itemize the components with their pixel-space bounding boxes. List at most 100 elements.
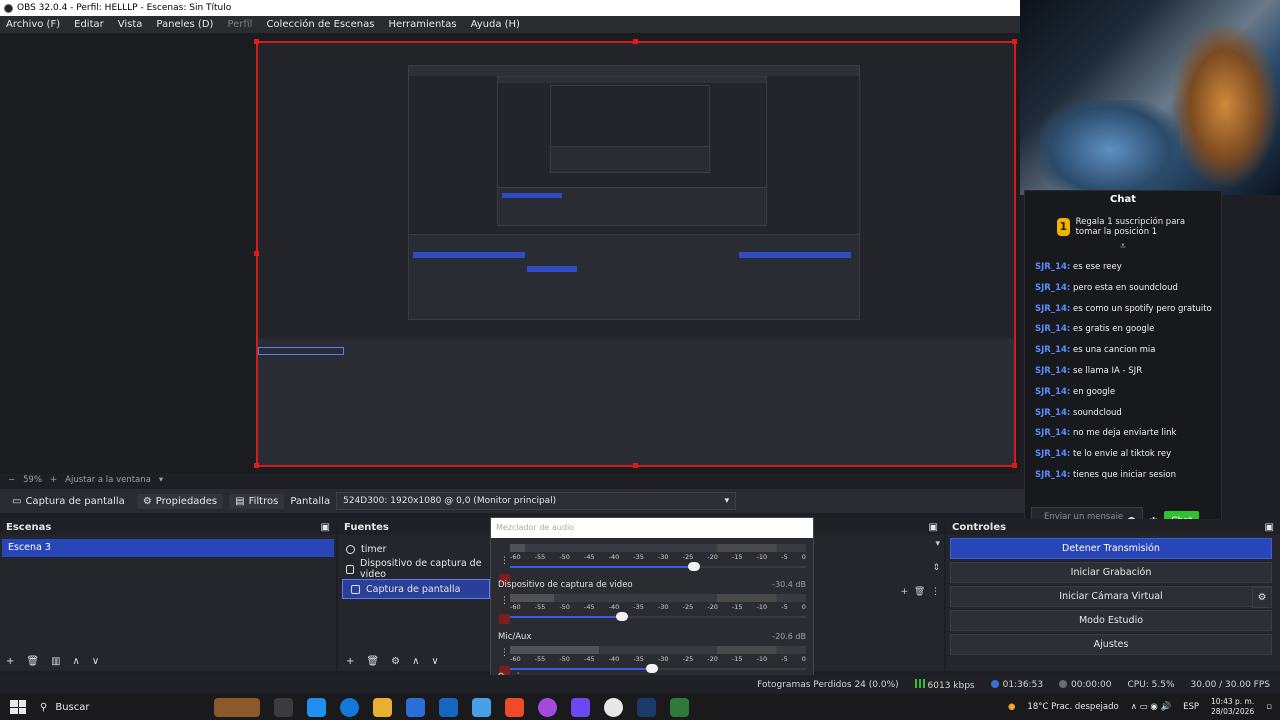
weather-text[interactable]: 18°C Prac. despejado	[1027, 702, 1118, 712]
move-down-icon[interactable]: ∨	[431, 656, 438, 667]
virtual-camera-button[interactable]: Iniciar Cámara Virtual ⚙	[950, 586, 1272, 608]
preview-canvas[interactable]	[256, 41, 1016, 467]
language-indicator[interactable]: ESP	[1183, 702, 1199, 712]
chat-messages: SJR_14: es ese reey SJR_14: pero esta en…	[1025, 257, 1221, 486]
source-item-screen-capture[interactable]: Captura de pantalla	[342, 579, 490, 599]
move-up-icon[interactable]: ∧	[73, 656, 80, 667]
volume-slider[interactable]	[510, 664, 806, 674]
task-view-icon[interactable]	[274, 697, 293, 717]
zoom-out-icon[interactable]: −	[8, 475, 15, 485]
filters-button[interactable]: ▤ Filtros	[229, 493, 285, 509]
obs-icon[interactable]	[604, 697, 623, 717]
track-menu-icon[interactable]: ⋮	[500, 596, 509, 606]
stop-stream-button[interactable]: Detener Transmisión	[950, 538, 1272, 559]
dropbox-icon[interactable]	[472, 697, 491, 717]
stream-icon	[990, 680, 999, 688]
mixer-scale-label: -5	[781, 553, 788, 561]
remove-scene-icon[interactable]: 🗑	[26, 656, 39, 667]
meter-scale: -60 -55 -50 -45 -40 -35 -30 -25 -20 -15 -10 -5 0	[510, 553, 806, 561]
widget-image-icon[interactable]	[214, 697, 260, 717]
mixer-scale-label: -20	[707, 553, 718, 561]
bitrate: 6013 kbps	[914, 678, 975, 691]
track-menu-icon[interactable]: ⋮	[500, 556, 509, 566]
scene-item[interactable]: Escena 3	[2, 539, 334, 557]
slider-knob[interactable]	[616, 612, 629, 621]
slider-knob[interactable]	[687, 562, 700, 571]
volume-meter	[510, 544, 806, 552]
track-menu-icon[interactable]: ⋮	[500, 648, 509, 658]
source-item-video-capture[interactable]: Dispositivo de captura de video	[338, 558, 490, 580]
studio-mode-button[interactable]: Modo Estudio	[950, 610, 1272, 631]
dock-float-icon[interactable]: ▣	[1265, 522, 1274, 533]
preview-area[interactable]	[0, 33, 1020, 473]
clock[interactable]: 10:43 p. m. 28/03/2026	[1211, 697, 1254, 717]
mixer-scale-label: -45	[583, 655, 595, 663]
mixer-scale-label: -25	[682, 603, 694, 611]
source-item-timer[interactable]: timer	[338, 539, 490, 559]
menu-ayuda[interactable]: Ayuda (H)	[471, 19, 520, 30]
menu-archivo[interactable]: Archivo (F)	[6, 19, 60, 30]
dock-float-icon[interactable]: ▣	[321, 522, 330, 533]
opera-icon[interactable]	[538, 697, 557, 717]
zoom-dropdown-icon[interactable]: ▾	[159, 475, 163, 485]
source-toolbar: ▭ Captura de pantalla ⚙ Propiedades ▤ Fi…	[0, 489, 1024, 513]
edge-icon[interactable]	[340, 697, 359, 717]
outlook-icon[interactable]	[406, 697, 425, 717]
source-settings-icon[interactable]: ⚙	[391, 656, 400, 667]
fit-window-button[interactable]: Ajustar a la ventana	[65, 475, 151, 485]
monitor-icon: ▭	[12, 495, 22, 507]
mute-icon[interactable]	[499, 614, 510, 624]
properties-button[interactable]: ⚙ Propiedades	[136, 493, 224, 509]
menu-paneles[interactable]: Paneles (D)	[156, 19, 213, 30]
mixer-scale-label: -20	[707, 603, 718, 611]
add-source-icon[interactable]: +	[346, 656, 354, 667]
start-recording-button[interactable]: Iniciar Grabación	[950, 562, 1272, 583]
dock-float-icon[interactable]: ▣	[929, 522, 938, 533]
windows-start-icon[interactable]	[10, 700, 26, 714]
move-down-icon[interactable]: ∨	[92, 656, 99, 667]
menu-herramientas[interactable]: Herramientas	[388, 19, 456, 30]
mixer-scale-label: 0	[801, 603, 806, 611]
webcam-feed	[1020, 0, 1280, 195]
move-up-icon[interactable]: ∧	[412, 656, 419, 667]
steam-icon[interactable]	[637, 697, 656, 717]
volume-slider[interactable]	[510, 612, 806, 622]
tray-icons[interactable]: ∧ ▭ ◉ 🔊	[1131, 702, 1171, 712]
track-db: -30.4 dB	[772, 580, 806, 589]
menu-vista[interactable]: Vista	[118, 19, 143, 30]
remove-source-icon[interactable]: 🗑	[366, 656, 379, 667]
menu-coleccion-escenas[interactable]: Colección de Escenas	[266, 19, 374, 30]
scene-filters-icon[interactable]: ▥	[51, 656, 60, 667]
volume-slider[interactable]	[510, 562, 806, 572]
slider-knob[interactable]	[646, 664, 659, 673]
add-scene-icon[interactable]: +	[6, 656, 14, 667]
display-select[interactable]: 524D300: 1920x1080 @ 0,0 (Monitor princi…	[336, 492, 737, 510]
app-icon[interactable]	[571, 697, 590, 717]
mixer-scale-label: -15	[731, 553, 743, 561]
transition-tools[interactable]: + 🗑 ⋮	[901, 587, 940, 597]
zoom-in-icon[interactable]: +	[50, 475, 57, 485]
minecraft-icon[interactable]	[670, 697, 689, 717]
camera-icon	[346, 564, 355, 574]
audio-mixer-panel: Mezclador de audio -60 -55 -50 -45 -40 -35 -30…	[490, 517, 814, 687]
gear-icon: ⚙	[142, 495, 152, 507]
copilot-icon[interactable]	[307, 697, 326, 717]
gear-icon[interactable]: ⚙	[1252, 587, 1272, 608]
settings-button[interactable]: Ajustes	[950, 634, 1272, 655]
gift-text: Regala 1 suscripción para tomar la posic…	[1075, 217, 1186, 237]
chevron-down-icon[interactable]: ▾	[935, 539, 940, 549]
expand-chevron-icon[interactable]: ⩡	[1025, 241, 1221, 257]
spin-icon[interactable]: ⇕	[932, 563, 940, 573]
notifications-icon[interactable]: ▫	[1266, 702, 1272, 712]
weather-icon[interactable]: ●	[1008, 702, 1015, 712]
menu-perfil[interactable]: Perfil	[227, 19, 252, 30]
chat-message: SJR_14: es ese reey	[1035, 262, 1122, 272]
store-icon[interactable]	[439, 697, 458, 717]
brave-icon[interactable]	[505, 697, 524, 717]
taskbar-search[interactable]: ⚲ Buscar	[40, 702, 160, 713]
gift-banner[interactable]: 1 Regala 1 suscripción para tomar la pos…	[1025, 209, 1221, 241]
menu-editar[interactable]: Editar	[74, 19, 104, 30]
gift-icon: 1	[1057, 218, 1070, 236]
file-explorer-icon[interactable]	[373, 697, 392, 717]
chat-panel: Chat 1 Regala 1 suscripción para tomar l…	[1024, 190, 1222, 542]
